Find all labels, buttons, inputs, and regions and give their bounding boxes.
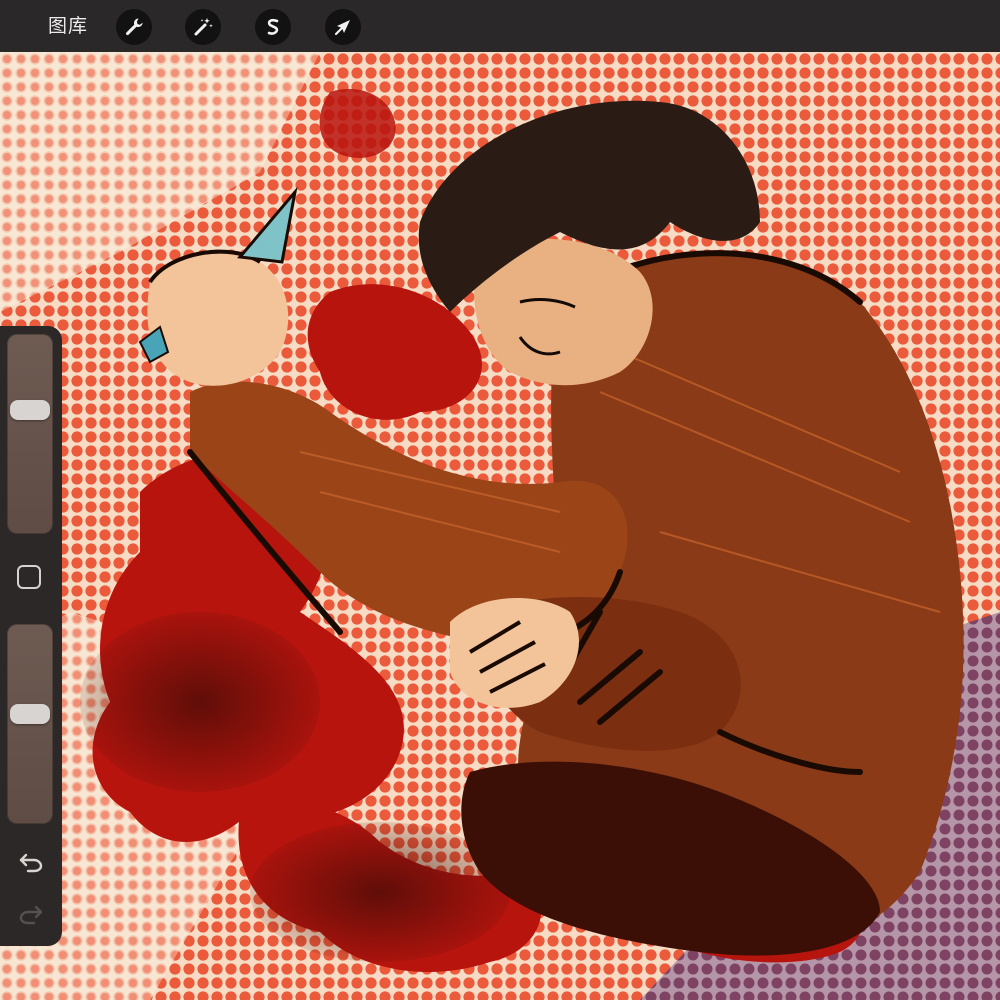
raised-hand — [147, 251, 289, 386]
brush-size-slider[interactable] — [7, 334, 53, 534]
left-sidebar — [0, 326, 62, 946]
redo-arrow-icon — [18, 903, 44, 929]
selection-s-icon — [262, 16, 284, 38]
arrow-cursor-icon — [332, 16, 354, 38]
undo-arrow-icon — [18, 851, 44, 877]
wrench-icon — [123, 16, 145, 38]
gallery-button[interactable]: 图库 — [48, 12, 88, 40]
brush-size-thumb[interactable] — [10, 399, 50, 420]
transform-button[interactable] — [325, 9, 361, 45]
adjustments-button[interactable] — [185, 9, 221, 45]
undo-button[interactable] — [15, 850, 47, 878]
selection-button[interactable] — [255, 9, 291, 45]
magic-wand-icon — [192, 16, 214, 38]
opacity-slider[interactable] — [7, 624, 53, 824]
redo-button[interactable] — [15, 902, 47, 930]
modify-button[interactable] — [17, 565, 41, 589]
top-toolbar: 图库 — [0, 0, 1000, 52]
opacity-thumb[interactable] — [10, 703, 50, 724]
drawing-canvas[interactable] — [0, 52, 1000, 1000]
actions-button[interactable] — [116, 9, 152, 45]
